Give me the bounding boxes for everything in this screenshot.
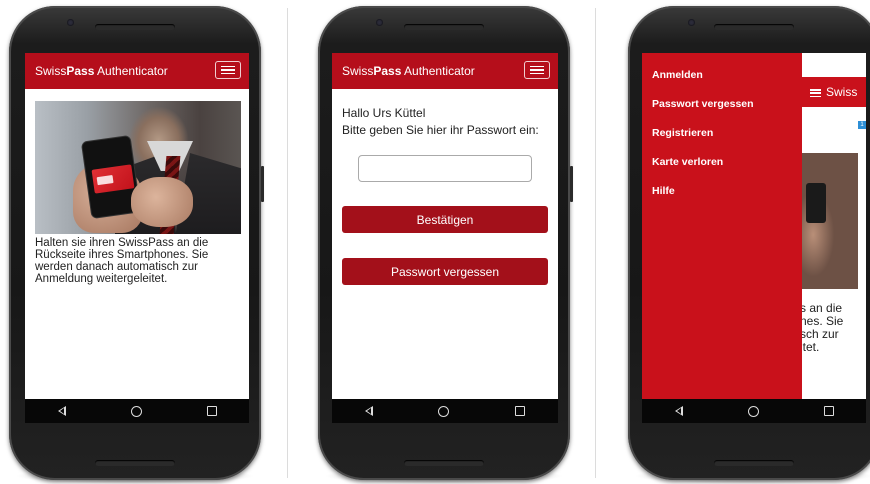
- instruction-text: Halten sie ihren SwissPass an die Rückse…: [35, 237, 209, 285]
- recent-square-icon[interactable]: [515, 406, 526, 416]
- home-circle-icon[interactable]: [747, 405, 759, 417]
- speaker-grille-top: [714, 24, 794, 30]
- navigation-drawer: Anmelden Passwort vergessen Registrieren…: [642, 53, 802, 399]
- swisspass-photo: [35, 101, 241, 234]
- speaker-grille-bottom: [714, 460, 794, 466]
- phone-3: Swiss 1 s an die nes. Sie sch zur itet. …: [628, 6, 870, 484]
- speaker-grille-bottom: [95, 460, 175, 466]
- back-triangle-icon[interactable]: [364, 406, 373, 416]
- phone-2: SwissPass Authenticator Hallo Urs Küttel…: [318, 6, 573, 484]
- divider-right: [595, 8, 596, 478]
- back-triangle-icon[interactable]: [57, 406, 66, 416]
- speaker-grille-top: [95, 24, 175, 30]
- side-button: [570, 166, 573, 202]
- swisspass-photo-partial: [802, 153, 858, 289]
- confirm-button[interactable]: Bestätigen: [342, 206, 548, 233]
- front-camera-icon: [67, 19, 74, 26]
- menu-button[interactable]: [215, 61, 241, 79]
- app-title: SwissPass Authenticator: [35, 64, 168, 78]
- drawer-item-registrieren[interactable]: Registrieren: [652, 127, 802, 156]
- app-header: Swiss: [802, 77, 866, 107]
- app-header: SwissPass Authenticator: [25, 53, 249, 89]
- instruction-text-partial: s an die nes. Sie sch zur itet.: [800, 302, 844, 354]
- home-circle-icon[interactable]: [130, 405, 142, 417]
- greeting-block: Hallo Urs Küttel Bitte geben Sie hier ih…: [342, 105, 539, 139]
- drawer-item-passwort-vergessen[interactable]: Passwort vergessen: [652, 98, 802, 127]
- screen-3: Swiss 1 s an die nes. Sie sch zur itet. …: [642, 53, 866, 423]
- screen-2: SwissPass Authenticator Hallo Urs Küttel…: [332, 53, 558, 423]
- menu-button[interactable]: [524, 61, 550, 79]
- side-button: [261, 166, 264, 202]
- drawer-item-karte-verloren[interactable]: Karte verloren: [652, 156, 802, 185]
- app-title-partial: Swiss: [826, 85, 858, 99]
- greeting-text: Hallo Urs Küttel: [342, 106, 426, 120]
- android-nav-bar: [642, 399, 866, 423]
- front-camera-icon: [688, 19, 695, 26]
- password-input[interactable]: [358, 155, 532, 182]
- divider-left: [287, 8, 288, 478]
- screen-1: SwissPass Authenticator Halten sie ihren…: [25, 53, 249, 423]
- hamburger-icon: [530, 65, 544, 68]
- drawer-item-anmelden[interactable]: Anmelden: [652, 69, 802, 98]
- back-triangle-icon[interactable]: [674, 406, 683, 416]
- app-title: SwissPass Authenticator: [342, 64, 475, 78]
- android-nav-bar: [332, 399, 558, 423]
- phone-1: SwissPass Authenticator Halten sie ihren…: [9, 6, 264, 484]
- front-camera-icon: [376, 19, 383, 26]
- password-prompt: Bitte geben Sie hier ihr Passwort ein:: [342, 123, 539, 137]
- hamburger-icon[interactable]: [810, 89, 821, 97]
- home-circle-icon[interactable]: [438, 405, 450, 417]
- recent-square-icon[interactable]: [823, 406, 834, 416]
- app-header: SwissPass Authenticator: [332, 53, 558, 89]
- speaker-grille-bottom: [404, 460, 484, 466]
- forgot-password-button[interactable]: Passwort vergessen: [342, 258, 548, 285]
- speaker-grille-top: [404, 24, 484, 30]
- drawer-item-hilfe[interactable]: Hilfe: [652, 185, 802, 214]
- notification-badge: 1: [858, 121, 866, 129]
- hamburger-icon: [221, 65, 235, 68]
- android-nav-bar: [25, 399, 249, 423]
- recent-square-icon[interactable]: [206, 406, 217, 416]
